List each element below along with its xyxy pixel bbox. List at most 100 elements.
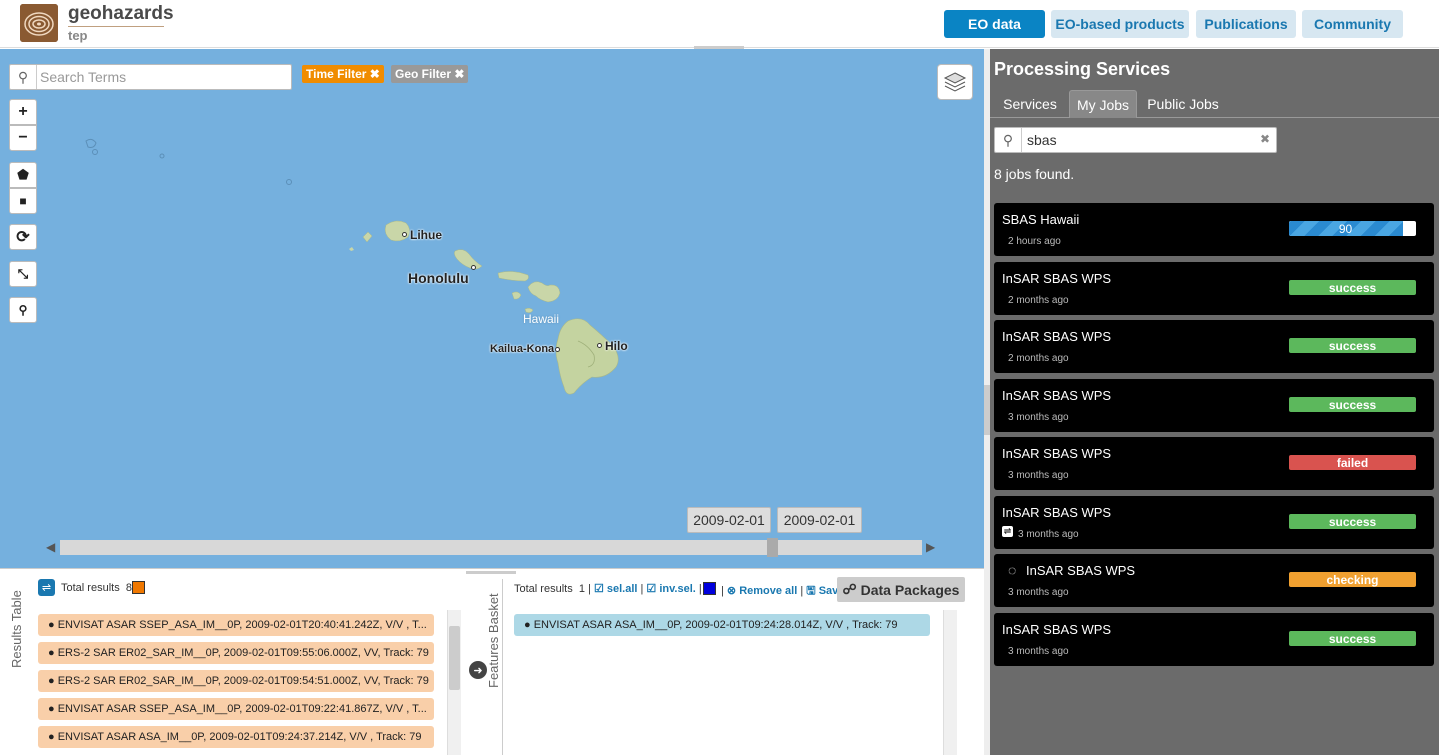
job-status-badge: failed <box>1289 455 1416 470</box>
job-time: 3 months ago <box>1008 646 1069 657</box>
job-status-badge: success <box>1289 397 1416 412</box>
select-all-link[interactable]: ☑ sel.all <box>594 583 638 595</box>
job-time: 3 months ago <box>1018 529 1079 540</box>
timeline-bar[interactable] <box>60 540 922 555</box>
nav-eo-based-products[interactable]: EO-based products <box>1051 10 1189 38</box>
move-to-basket-icon[interactable]: ➜ <box>469 661 487 679</box>
job-card[interactable]: InSAR SBAS WPS 2 months ago success <box>994 262 1434 315</box>
basket-toolbar: Total results 1 | ☑ sel.all | ☑ inv.sel.… <box>514 583 702 595</box>
layers-icon[interactable] <box>937 64 973 100</box>
brand-title: geohazards <box>68 3 174 24</box>
job-card[interactable]: InSAR SBAS WPS 3 months ago failed <box>994 437 1434 490</box>
results-color-swatch[interactable] <box>132 581 145 594</box>
jobs-search: ⚲ ✖ <box>994 127 1277 153</box>
results-scrollbar[interactable] <box>447 610 461 755</box>
job-name: InSAR SBAS WPS <box>1002 446 1112 461</box>
fullscreen-icon[interactable]: ⤡ <box>9 261 37 287</box>
draw-polygon-icon[interactable]: ⬟ <box>9 162 37 188</box>
tab-my-jobs[interactable]: My Jobs <box>1069 90 1137 118</box>
job-time: 2 months ago <box>1008 353 1069 364</box>
search-icon[interactable]: ⚲ <box>995 128 1022 152</box>
result-row[interactable]: ● ENVISAT ASAR SSEP_ASA_IM__0P, 2009-02-… <box>38 614 434 636</box>
zoom-in-button[interactable]: + <box>9 99 37 125</box>
brand-subtitle: tep <box>68 28 88 43</box>
remove-all-link[interactable]: ⊗ Remove all <box>727 585 797 597</box>
clear-icon[interactable]: ✖ <box>1260 132 1270 146</box>
data-packages-button[interactable]: ☍ Data Packages <box>837 577 965 602</box>
app-header: geohazards tep EO data EO-based products… <box>0 0 1439 48</box>
job-time: 3 months ago <box>1008 412 1069 423</box>
nav-publications[interactable]: Publications <box>1196 10 1296 38</box>
results-table-label[interactable]: Results Table <box>9 590 24 668</box>
result-row[interactable]: ● ERS-2 SAR ER02_SAR_IM__0P, 2009-02-01T… <box>38 642 434 664</box>
city-lihue: Lihue <box>410 228 442 242</box>
basket-total-label: Total results <box>514 583 573 595</box>
result-row[interactable]: ● ERS-2 SAR ER02_SAR_IM__0P, 2009-02-01T… <box>38 670 434 692</box>
globe-icon: ● <box>48 731 58 743</box>
result-row[interactable]: ● ENVISAT ASAR SSEP_ASA_IM__0P, 2009-02-… <box>38 698 434 720</box>
hilo-marker <box>597 343 602 348</box>
result-row[interactable]: ● ENVISAT ASAR ASA_IM__0P, 2009-02-01T09… <box>38 726 434 748</box>
job-time: 3 months ago <box>1008 587 1069 598</box>
job-name: InSAR SBAS WPS <box>1002 622 1112 637</box>
hawaii-islands <box>85 138 619 395</box>
job-status-badge: checking <box>1289 572 1416 587</box>
brand-underline <box>68 26 164 27</box>
processing-sidebar: Processing Services Services My Jobs Pub… <box>990 49 1439 755</box>
timeline-right-arrow-icon[interactable]: ▶ <box>926 540 935 554</box>
job-progress-bar: 90 <box>1289 221 1416 236</box>
logo-icon[interactable] <box>20 4 58 42</box>
city-hilo: Hilo <box>605 339 628 353</box>
nav-eo-data[interactable]: EO data <box>944 10 1045 38</box>
job-status-badge: success <box>1289 280 1416 295</box>
globe-icon: ● <box>48 619 58 631</box>
search-input[interactable] <box>40 68 288 86</box>
job-name: InSAR SBAS WPS <box>1026 563 1136 578</box>
basket-actions: | ⊗ Remove all | 🖫 Save <box>721 585 845 597</box>
job-name: SBAS Hawaii <box>1002 212 1080 227</box>
job-time: 2 months ago <box>1008 295 1069 306</box>
refresh-icon[interactable]: ⟳ <box>9 224 37 250</box>
geo-filter-chip[interactable]: Geo Filter ✖ <box>391 65 469 83</box>
time-filter-chip[interactable]: Time Filter ✖ <box>302 65 384 83</box>
timeline-end-date[interactable]: 2009-02-01 <box>777 507 862 533</box>
zoom-out-button[interactable]: − <box>9 125 37 151</box>
job-card[interactable]: InSAR SBAS WPS ⇌ 3 months ago success <box>994 496 1434 549</box>
spinner-icon: ◌ <box>1008 562 1017 578</box>
job-card[interactable]: InSAR SBAS WPS 3 months ago success <box>994 613 1434 666</box>
draw-rectangle-icon[interactable]: ■ <box>9 188 37 214</box>
basket-scrollbar[interactable] <box>943 610 957 755</box>
timeline-start-date[interactable]: 2009-02-01 <box>687 507 771 533</box>
share-icon[interactable]: ⇌ <box>38 579 55 596</box>
city-honolulu: Honolulu <box>408 270 469 286</box>
job-name: InSAR SBAS WPS <box>1002 505 1112 520</box>
basket-row[interactable]: ● ENVISAT ASAR ASA_IM__0P, 2009-02-01T09… <box>514 614 930 636</box>
job-card[interactable]: InSAR SBAS WPS 2 months ago success <box>994 320 1434 373</box>
globe-icon: ● <box>524 619 534 631</box>
region-hawaii: Hawaii <box>523 312 560 326</box>
job-card[interactable]: InSAR SBAS WPS 3 months ago success <box>994 379 1434 432</box>
job-name: InSAR SBAS WPS <box>1002 329 1112 344</box>
job-time: 2 hours ago <box>1008 236 1061 247</box>
package-icon: ☍ <box>842 581 861 597</box>
map-view[interactable]: Lihue Honolulu Hawaii Kailua-Kona Hilo ⚲… <box>0 49 984 568</box>
timeline-left-arrow-icon[interactable]: ◀ <box>46 540 55 554</box>
zoom-search-icon[interactable]: ⚲ <box>9 297 37 323</box>
job-time: 3 months ago <box>1008 470 1069 481</box>
job-name: InSAR SBAS WPS <box>1002 388 1112 403</box>
tab-services[interactable]: Services <box>994 90 1066 118</box>
job-name: InSAR SBAS WPS <box>1002 271 1112 286</box>
job-card[interactable]: SBAS Hawaii 2 hours ago 90 <box>994 203 1434 256</box>
results-scroll-thumb[interactable] <box>449 626 460 690</box>
basket-color-swatch[interactable] <box>703 582 716 595</box>
jobs-found-count: 8 jobs found. <box>994 166 1075 182</box>
job-card[interactable]: ◌ InSAR SBAS WPS 3 months ago checking <box>994 554 1434 607</box>
features-basket-label[interactable]: Features Basket <box>486 593 501 688</box>
search-icon[interactable]: ⚲ <box>10 65 37 89</box>
jobs-search-input[interactable] <box>1027 131 1257 149</box>
tab-public-jobs[interactable]: Public Jobs <box>1140 90 1226 118</box>
invert-selection-link[interactable]: ☑ inv.sel. <box>646 583 695 595</box>
timeline-handle[interactable] <box>767 538 778 557</box>
nav-community[interactable]: Community <box>1302 10 1403 38</box>
bottom-resize-handle[interactable] <box>466 571 516 574</box>
